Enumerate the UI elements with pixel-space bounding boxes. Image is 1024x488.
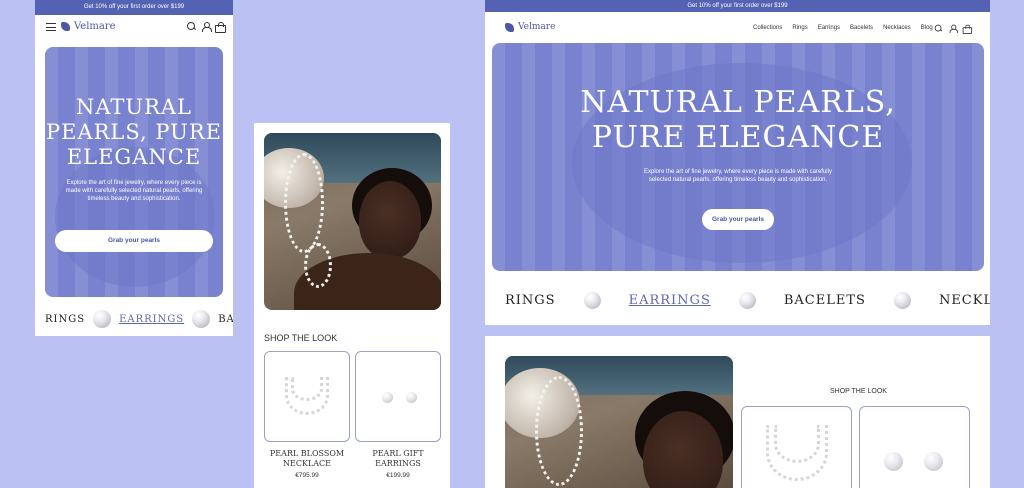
pearl-icon [93, 310, 112, 328]
hero-title: NATURAL PEARLS, PURE ELEGANCE [46, 95, 222, 169]
category-earrings[interactable]: EARRINGS [629, 293, 711, 308]
brand-name: Velmare [518, 22, 556, 32]
main-nav: Collections Rings Earrings Bacelets Neck… [753, 25, 933, 31]
promo-bar: Get 10% off your first order over $199 [485, 0, 990, 12]
product-card[interactable] [859, 406, 970, 488]
desktop-home-panel: Get 10% off your first order over $199 V… [485, 0, 990, 325]
category-bracelets[interactable]: BACELE [218, 314, 233, 325]
product-card[interactable] [355, 351, 441, 442]
pearl-icon [738, 292, 756, 309]
nav-rings[interactable]: Rings [792, 25, 807, 31]
cart-icon[interactable] [962, 24, 973, 35]
nav-necklaces[interactable]: Necklaces [883, 25, 911, 31]
lookbook-photo [264, 133, 441, 310]
hero-subtitle: Explore the art of fine jewelry, where e… [65, 180, 203, 203]
nav-earrings[interactable]: Earrings [818, 25, 840, 31]
product-name: PEARL GIFT EARRINGS [372, 449, 424, 468]
account-icon[interactable] [201, 22, 212, 32]
lookbook-photo [505, 356, 733, 488]
pearl-icon [583, 292, 601, 309]
product-name: PEARL BLOSSOM NECKLACE [269, 449, 345, 468]
shop-the-look-title: SHOP THE LOOK [264, 333, 338, 343]
category-rings[interactable]: RINGS [505, 293, 556, 308]
mobile-home-panel: Get 10% off your first order over $199 V… [35, 0, 233, 336]
shop-the-look-title: SHOP THE LOOK [830, 388, 887, 395]
search-icon[interactable] [187, 22, 196, 31]
logo-icon [505, 22, 514, 32]
account-icon[interactable] [949, 24, 958, 34]
category-strip: RINGS EARRINGS BACELETS NECKLACES [505, 292, 990, 309]
category-earrings[interactable]: EARRINGS [119, 314, 184, 325]
logo-icon [61, 22, 70, 31]
desktop-shop-panel: SHOP THE LOOK [485, 336, 990, 488]
hero-subtitle: Explore the art of fine jewelry, where e… [644, 168, 832, 183]
product-price: €199.99 [386, 472, 410, 479]
hero-banner: NATURAL PEARLS, PURE ELEGANCE Explore th… [492, 43, 984, 271]
category-strip: RINGS EARRINGS BACELE [45, 310, 233, 328]
hero-title: NATURAL PEARLS, PURE ELEGANCE [580, 85, 896, 156]
brand-logo[interactable]: Velmare [505, 22, 555, 32]
category-rings[interactable]: RINGS [45, 314, 85, 325]
category-bracelets[interactable]: BACELETS [784, 293, 866, 308]
cta-button[interactable]: Grab your pearls [702, 209, 774, 230]
menu-icon[interactable] [46, 23, 56, 32]
pearl-icon [192, 310, 211, 328]
promo-bar: Get 10% off your first order over $199 [35, 0, 233, 15]
product-price: €795.99 [295, 472, 319, 479]
brand-name: Velmare [74, 21, 116, 32]
cta-button[interactable]: Grab your pearls [55, 230, 213, 252]
hero-banner: NATURAL PEARLS, PURE ELEGANCE Explore th… [45, 47, 223, 297]
pearl-icon [893, 292, 911, 309]
category-necklaces[interactable]: NECKLACES [939, 293, 990, 308]
cart-icon[interactable] [215, 22, 226, 33]
mobile-shop-panel: SHOP THE LOOK PEARL BLOSSOM NECKLACE €79… [254, 123, 450, 488]
search-icon[interactable] [934, 24, 943, 33]
nav-blog[interactable]: Blog [921, 25, 933, 31]
nav-bracelets[interactable]: Bacelets [850, 25, 873, 31]
nav-collections[interactable]: Collections [753, 25, 782, 31]
product-card[interactable] [741, 406, 852, 488]
brand-logo[interactable]: Velmare [61, 21, 116, 32]
product-card[interactable] [264, 351, 350, 442]
